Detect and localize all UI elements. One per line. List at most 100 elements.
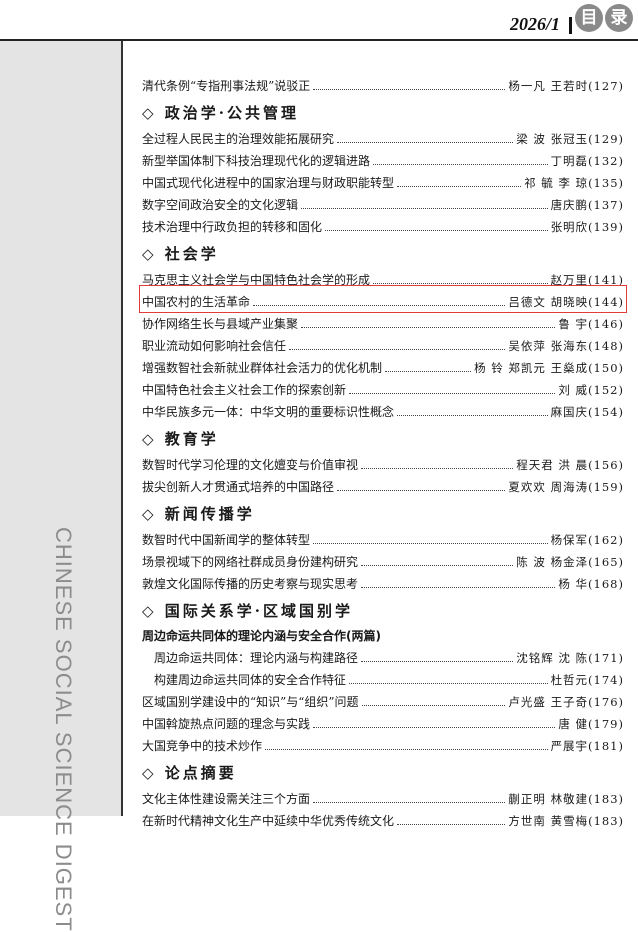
toc-entry[interactable]: 职业流动如何影响社会信任 吴依萍 张海东(148) <box>142 332 624 354</box>
dot-leader <box>349 683 548 684</box>
dot-leader <box>313 89 506 90</box>
toc-entry[interactable]: 清代条例“专指刑事法规”说驳正 杨一凡 王若时(127) <box>142 72 624 94</box>
entry-title: 敦煌文化国际传播的历史考察与现实思考 <box>142 577 359 591</box>
toc-entry[interactable]: 区域国别学建设中的“知识”与“组织”问题 卢光盛 王子奇(176) <box>142 688 624 710</box>
entry-title: 数字空间政治安全的文化逻辑 <box>142 198 299 212</box>
toc-entry[interactable]: 中国斡旋热点问题的理念与实践 唐 健(179) <box>142 710 624 732</box>
toc-entry[interactable]: 大国竞争中的技术炒作 严展宇(181) <box>142 732 624 754</box>
entry-author: 吕德文 胡晓映(144) <box>508 295 624 309</box>
entry-author: 沈铭辉 沈 陈(171) <box>516 651 624 665</box>
toc-entry[interactable]: 场景视域下的网络社群成员身份建构研究 陈 波 杨金泽(165) <box>142 548 624 570</box>
toc-entry[interactable]: 文化主体性建设需关注三个方面 蒯正明 林敬建(183) <box>142 785 624 807</box>
dot-leader <box>337 142 514 143</box>
dot-leader <box>373 164 548 165</box>
entry-title: 全过程人民民主的治理效能拓展研究 <box>142 132 335 146</box>
section-heading-journalism: ◇ 新闻传播学 <box>142 505 255 523</box>
toc-entry[interactable]: 数智时代学习伦理的文化嬗变与价值审视 程天君 洪 晨(156) <box>142 451 624 473</box>
toc-entry[interactable]: 马克思主义社会学与中国特色社会学的形成 赵万里(141) <box>142 266 624 288</box>
entry-author: 杨一凡 王若时(127) <box>508 79 624 93</box>
toc-entry[interactable]: 全过程人民民主的治理效能拓展研究 梁 波 张冠玉(129) <box>142 125 624 147</box>
entry-author: 唐 健(179) <box>558 717 624 731</box>
entry-title: 清代条例“专指刑事法规”说驳正 <box>142 79 311 93</box>
dot-leader <box>325 230 548 231</box>
entry-title: 数智时代中国新闻学的整体转型 <box>142 533 311 547</box>
entry-author: 陈 波 杨金泽(165) <box>516 555 624 569</box>
toc-entry[interactable]: 在新时代精神文化生产中延续中华优秀传统文化 方世南 黄雪梅(183) <box>142 807 624 829</box>
table-of-contents: 清代条例“专指刑事法规”说驳正 杨一凡 王若时(127) ◇ 政治学·公共管理 … <box>139 72 627 829</box>
entry-title: 数智时代学习伦理的文化嬗变与价值审视 <box>142 458 359 472</box>
entry-title: 大国竞争中的技术炒作 <box>142 739 263 753</box>
entry-title: 构建周边命运共同体的安全合作特征 <box>154 673 347 687</box>
dot-leader <box>397 824 506 825</box>
toc-entry-highlighted[interactable]: 中国农村的生活革命 吕德文 胡晓映(144) <box>139 285 627 313</box>
entry-author: 丁明磊(132) <box>550 154 624 168</box>
dot-leader <box>385 371 472 372</box>
entry-author: 方世南 黄雪梅(183) <box>508 814 624 828</box>
entry-title: 马克思主义社会学与中国特色社会学的形成 <box>142 273 371 287</box>
entry-author: 张明欣(139) <box>550 220 624 234</box>
issue-divider <box>569 17 572 34</box>
toc-entry[interactable]: 协作网络生长与县域产业集聚 鲁 宇(146) <box>142 310 624 332</box>
dot-leader <box>397 415 548 416</box>
section-heading-education: ◇ 教育学 <box>142 430 219 448</box>
toc-entry[interactable]: 数字空间政治安全的文化逻辑 唐庆鹏(137) <box>142 191 624 213</box>
entry-title: 中国特色社会主义社会工作的探索创新 <box>142 383 347 397</box>
toc-entry[interactable]: 拔尖创新人才贯通式培养的中国路径 夏欢欢 周海涛(159) <box>142 473 624 495</box>
entry-title: 中国斡旋热点问题的理念与实践 <box>142 717 311 731</box>
entry-author: 梁 波 张冠玉(129) <box>516 132 624 146</box>
page-header: 2026/1 目 录 <box>0 0 638 40</box>
toc-entry[interactable]: 数智时代中国新闻学的整体转型 杨保军(162) <box>142 526 624 548</box>
dot-leader <box>265 749 548 750</box>
entry-author: 杨保军(162) <box>550 533 624 547</box>
dot-leader <box>253 305 506 306</box>
entry-title: 中国农村的生活革命 <box>142 295 251 309</box>
dot-leader <box>313 802 506 803</box>
entry-title: 增强数智社会新就业群体社会活力的优化机制 <box>142 361 383 375</box>
toc-entry[interactable]: 中国特色社会主义社会工作的探索创新 刘 威(152) <box>142 376 624 398</box>
section-heading-international: ◇ 国际关系学·区域国别学 <box>142 602 353 620</box>
toc-sub-entry[interactable]: 构建周边命运共同体的安全合作特征 杜哲元(174) <box>142 666 624 688</box>
entry-title: 技术治理中行政负担的转移和固化 <box>142 220 323 234</box>
entry-title: 在新时代精神文化生产中延续中华优秀传统文化 <box>142 814 395 828</box>
dot-leader <box>313 727 556 728</box>
toc-entry[interactable]: 新型举国体制下科技治理现代化的逻辑进路 丁明磊(132) <box>142 147 624 169</box>
entry-title: 场景视域下的网络社群成员身份建构研究 <box>142 555 359 569</box>
dot-leader <box>361 565 514 566</box>
entry-author: 麻国庆(154) <box>550 405 624 419</box>
dot-leader <box>349 393 556 394</box>
dot-leader <box>397 186 522 187</box>
toc-entry[interactable]: 增强数智社会新就业群体社会活力的优化机制 杨 铃 郑凯元 王燊成(150) <box>142 354 624 376</box>
entry-title: 中华民族多元一体：中华文明的重要标识性概念 <box>142 405 395 419</box>
toc-entry[interactable]: 中国式现代化进程中的国家治理与财政职能转型 祁 毓 李 琼(135) <box>142 169 624 191</box>
dot-leader <box>361 587 556 588</box>
entry-author: 杨 铃 郑凯元 王燊成(150) <box>474 361 624 375</box>
entry-author: 夏欢欢 周海涛(159) <box>508 480 624 494</box>
entry-author: 严展宇(181) <box>550 739 624 753</box>
toc-entry[interactable]: 技术治理中行政负担的转移和固化 张明欣(139) <box>142 213 624 235</box>
entry-title: 新型举国体制下科技治理现代化的逻辑进路 <box>142 154 371 168</box>
entry-author: 刘 威(152) <box>558 383 624 397</box>
dot-leader <box>289 349 506 350</box>
toc-entry[interactable]: 敦煌文化国际传播的历史考察与现实思考 杨 华(168) <box>142 570 624 592</box>
toc-entry[interactable]: 中华民族多元一体：中华文明的重要标识性概念 麻国庆(154) <box>142 398 624 420</box>
dot-leader <box>361 661 514 662</box>
entry-author: 杨 华(168) <box>558 577 624 591</box>
section-heading-abstracts: ◇ 论点摘要 <box>142 764 237 782</box>
dot-leader <box>361 468 514 469</box>
dot-leader <box>373 283 548 284</box>
entry-title: 中国式现代化进程中的国家治理与财政职能转型 <box>142 176 395 190</box>
section-heading-sociology: ◇ 社会学 <box>142 245 219 263</box>
entry-author: 吴依萍 张海东(148) <box>508 339 624 353</box>
entry-author: 鲁 宇(146) <box>558 317 624 331</box>
entry-author: 卢光盛 王子奇(176) <box>508 695 624 709</box>
entry-author: 赵万里(141) <box>550 273 624 287</box>
entry-title: 周边命运共同体：理论内涵与构建路径 <box>154 651 359 665</box>
section-heading-politics: ◇ 政治学·公共管理 <box>142 104 299 122</box>
dot-leader <box>337 490 506 491</box>
dot-leader <box>301 208 548 209</box>
sidebar-divider <box>121 41 123 816</box>
entry-title: 文化主体性建设需关注三个方面 <box>142 792 311 806</box>
article-group-title: 周边命运共同体的理论内涵与安全合作(两篇) <box>142 629 381 643</box>
entry-author: 程天君 洪 晨(156) <box>516 458 624 472</box>
toc-sub-entry[interactable]: 周边命运共同体：理论内涵与构建路径 沈铭辉 沈 陈(171) <box>142 644 624 666</box>
